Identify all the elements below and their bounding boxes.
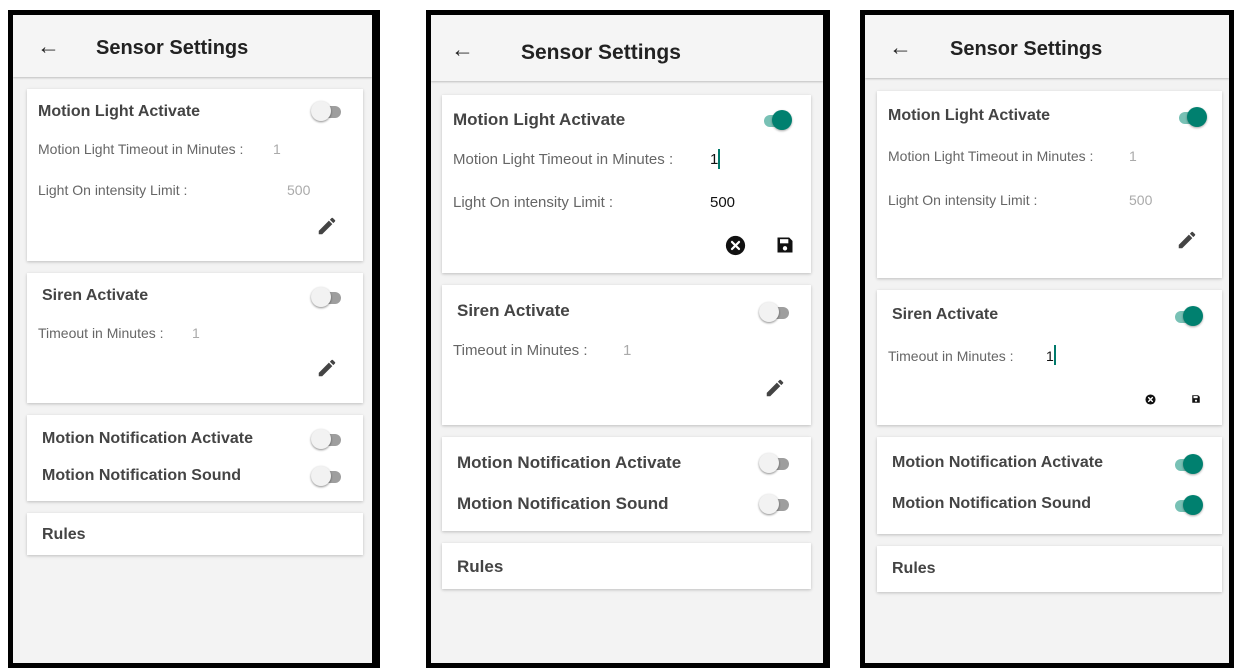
notification-activate-label: Motion Notification Activate: [42, 430, 253, 447]
notification-card: Motion Notification Activate Motion Noti…: [877, 437, 1222, 534]
save-floppy-icon[interactable]: [1191, 394, 1201, 404]
notification-sound-label: Motion Notification Sound: [892, 495, 1092, 512]
text-cursor: [1054, 345, 1056, 365]
light-intensity-label: Light On intensity Limit :: [888, 192, 1038, 208]
motion-light-timeout-label: Motion Light Timeout in Minutes :: [888, 148, 1094, 164]
siren-card: Siren Activate Timeout in Minutes : 1: [877, 290, 1222, 425]
save-floppy-icon[interactable]: [775, 235, 795, 255]
phone-screen-3: ← Sensor Settings Motion Light Activate …: [860, 10, 1234, 668]
notification-activate-label: Motion Notification Activate: [457, 453, 682, 472]
notification-activate-label: Motion Notification Activate: [892, 454, 1103, 471]
app-bar: ← Sensor Settings: [13, 15, 372, 77]
siren-title: Siren Activate: [42, 287, 149, 304]
light-intensity-input[interactable]: 500: [710, 194, 735, 211]
notification-activate-toggle[interactable]: [759, 453, 791, 473]
notification-sound-label: Motion Notification Sound: [457, 494, 669, 513]
motion-light-title: Motion Light Activate: [888, 107, 1051, 124]
siren-title: Siren Activate: [457, 301, 570, 320]
phone-screen-1: ← Sensor Settings Motion Light Activate …: [8, 10, 380, 668]
motion-light-title: Motion Light Activate: [38, 103, 201, 120]
notification-card: Motion Notification Activate Motion Noti…: [442, 437, 811, 531]
siren-timeout-label: Timeout in Minutes :: [38, 325, 164, 341]
motion-light-timeout-label: Motion Light Timeout in Minutes :: [453, 151, 674, 168]
cancel-edit-icon[interactable]: [725, 235, 746, 256]
page-title: Sensor Settings: [521, 41, 681, 64]
notification-activate-toggle[interactable]: [1171, 454, 1203, 474]
siren-card: Siren Activate Timeout in Minutes : 1: [27, 273, 363, 403]
motion-light-toggle[interactable]: [311, 101, 343, 121]
notification-sound-label: Motion Notification Sound: [42, 467, 242, 484]
back-arrow-icon[interactable]: ←: [37, 35, 60, 58]
motion-light-card: Motion Light Activate Motion Light Timeo…: [442, 95, 811, 273]
siren-toggle[interactable]: [311, 287, 343, 307]
siren-toggle[interactable]: [1171, 306, 1203, 326]
notification-sound-toggle[interactable]: [311, 466, 343, 486]
edit-pencil-icon[interactable]: [316, 215, 338, 237]
edit-pencil-icon[interactable]: [316, 357, 338, 379]
back-arrow-icon[interactable]: ←: [451, 38, 474, 61]
siren-timeout-label: Timeout in Minutes :: [453, 342, 588, 359]
page-title: Sensor Settings: [950, 38, 1103, 60]
back-arrow-icon[interactable]: ←: [889, 36, 912, 59]
page-title: Sensor Settings: [96, 37, 249, 59]
rules-row[interactable]: Rules: [442, 543, 811, 589]
motion-light-card: Motion Light Activate Motion Light Timeo…: [27, 89, 363, 261]
light-intensity-value: 500: [287, 182, 311, 198]
siren-card: Siren Activate Timeout in Minutes : 1: [442, 285, 811, 425]
motion-light-timeout-value: 1: [273, 141, 281, 157]
edit-pencil-icon[interactable]: [1176, 229, 1198, 251]
app-bar: ← Sensor Settings: [431, 15, 823, 81]
siren-timeout-value: 1: [623, 342, 632, 359]
light-intensity-label: Light On intensity Limit :: [453, 194, 614, 211]
rules-label: Rules: [457, 557, 504, 576]
siren-timeout-input[interactable]: 1: [1046, 348, 1054, 364]
notification-sound-toggle[interactable]: [1171, 495, 1203, 515]
motion-light-toggle[interactable]: [760, 110, 792, 130]
motion-light-timeout-label: Motion Light Timeout in Minutes :: [38, 141, 244, 157]
rules-row[interactable]: Rules: [877, 546, 1222, 592]
siren-toggle[interactable]: [759, 302, 791, 322]
siren-title: Siren Activate: [892, 306, 999, 323]
notification-sound-toggle[interactable]: [759, 494, 791, 514]
light-intensity-value: 500: [1129, 192, 1153, 208]
edit-pencil-icon[interactable]: [764, 377, 786, 399]
notification-card: Motion Notification Activate Motion Noti…: [27, 415, 363, 501]
app-bar: ← Sensor Settings: [865, 15, 1229, 78]
siren-timeout-value: 1: [192, 325, 200, 341]
rules-row[interactable]: Rules: [27, 513, 363, 555]
rules-label: Rules: [892, 560, 936, 577]
motion-light-title: Motion Light Activate: [453, 110, 626, 129]
rules-label: Rules: [42, 526, 86, 543]
notification-activate-toggle[interactable]: [311, 429, 343, 449]
motion-light-toggle[interactable]: [1175, 107, 1207, 127]
text-cursor: [718, 149, 720, 169]
motion-light-timeout-value: 1: [1129, 148, 1137, 164]
light-intensity-label: Light On intensity Limit :: [38, 182, 188, 198]
cancel-edit-icon[interactable]: [1145, 394, 1156, 405]
siren-timeout-label: Timeout in Minutes :: [888, 348, 1014, 364]
motion-light-card: Motion Light Activate Motion Light Timeo…: [877, 91, 1222, 278]
phone-screen-2: ← Sensor Settings Motion Light Activate …: [426, 10, 830, 668]
